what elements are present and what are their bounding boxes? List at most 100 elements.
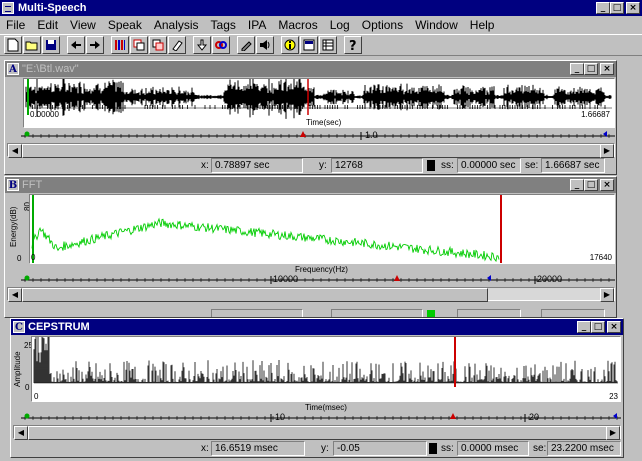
- menu-analysis[interactable]: Analysis: [148, 18, 205, 32]
- link-icon[interactable]: [212, 36, 230, 54]
- menu-help[interactable]: Help: [464, 18, 501, 32]
- x-axis-end: 23: [609, 392, 618, 401]
- close-button[interactable]: ×: [607, 321, 621, 333]
- waveform-panel: A "E:\Btl.wav" _ □ × 0.00000 1.66687 Tim…: [4, 60, 617, 175]
- x-value: 16.6519 msec: [211, 441, 305, 456]
- fft-titlebar[interactable]: B FFT _ □ ×: [5, 177, 616, 193]
- speaker-icon[interactable]: [256, 36, 274, 54]
- scroll-thumb[interactable]: [22, 288, 488, 302]
- scroll-thumb[interactable]: [28, 426, 608, 440]
- y-axis-label: Amplitude: [13, 351, 22, 387]
- x-axis-end: 1.66687: [581, 110, 610, 119]
- maximize-button[interactable]: □: [584, 179, 598, 191]
- waveform-plot[interactable]: 0.00000 1.66687 Time(sec): [23, 78, 615, 128]
- se-value: 23.2200 msec: [547, 441, 621, 456]
- scroll-left-arrow[interactable]: ◀: [8, 288, 22, 302]
- cepstrum-trace: [33, 337, 618, 383]
- close-button[interactable]: ×: [626, 2, 640, 14]
- scroll-right-arrow[interactable]: ▶: [600, 288, 614, 302]
- menu-ipa[interactable]: IPA: [242, 18, 272, 32]
- menu-options[interactable]: Options: [356, 18, 409, 32]
- menu-macros[interactable]: Macros: [272, 18, 323, 32]
- x-axis-label: Time(sec): [306, 118, 342, 127]
- maximize-button[interactable]: □: [584, 63, 598, 75]
- menu-window[interactable]: Window: [409, 18, 464, 32]
- minimize-button[interactable]: _: [570, 179, 584, 191]
- cepstrum-plot[interactable]: 0 23: [31, 336, 621, 402]
- fft-plot[interactable]: 0 17640: [29, 194, 615, 264]
- help-icon[interactable]: ?: [344, 36, 362, 54]
- color-indicator: [429, 443, 437, 454]
- scroll-right-arrow[interactable]: ▶: [606, 426, 620, 440]
- scroll-thumb[interactable]: [22, 144, 602, 158]
- save-icon[interactable]: [42, 36, 60, 54]
- panel-letter: C: [13, 321, 25, 333]
- menu-file[interactable]: File: [0, 18, 31, 32]
- pen-icon[interactable]: [237, 36, 255, 54]
- spectrogram-icon[interactable]: [111, 36, 129, 54]
- display-icon[interactable]: [300, 36, 318, 54]
- scroll-left-arrow[interactable]: ◀: [14, 426, 28, 440]
- waveform-status-bar: x: 0.78897 sec y: 12768 ss: 0.00000 sec …: [5, 157, 616, 175]
- menu-speak[interactable]: Speak: [102, 18, 148, 32]
- x-label: x:: [201, 160, 209, 171]
- menu-tags[interactable]: Tags: [205, 18, 242, 32]
- x-axis-label: Time(msec): [305, 403, 347, 412]
- maximize-button[interactable]: □: [591, 321, 605, 333]
- fft-status-bar: [5, 303, 616, 317]
- cepstrum-status-bar: x: 16.6519 msec y: -0.05 ss: 0.0000 msec…: [11, 440, 623, 458]
- cursor-marker-handle: [394, 275, 400, 281]
- cepstrum-titlebar[interactable]: C CEPSTRUM _ □ ×: [11, 319, 623, 335]
- frequency-ruler[interactable]: 10000 20000: [21, 274, 615, 286]
- waveform-trace: [25, 79, 612, 119]
- start-marker-handle: [24, 413, 30, 419]
- close-window-icon[interactable]: [149, 36, 167, 54]
- back-arrow-icon[interactable]: [67, 36, 85, 54]
- toolbar: ?: [0, 34, 642, 56]
- close-button[interactable]: ×: [600, 179, 614, 191]
- new-file-icon[interactable]: [4, 36, 22, 54]
- ss-label: ss:: [441, 160, 454, 171]
- horizontal-scrollbar[interactable]: ◀ ▶: [7, 287, 615, 302]
- start-marker-handle: [24, 275, 30, 281]
- horizontal-scrollbar[interactable]: ◀ ▶: [7, 143, 615, 158]
- minimize-button[interactable]: _: [577, 321, 591, 333]
- table-icon[interactable]: [319, 36, 337, 54]
- start-marker-handle: [24, 131, 30, 137]
- waveform-title: "E:\Btl.wav": [22, 63, 79, 75]
- scroll-left-arrow[interactable]: ◀: [8, 144, 22, 158]
- horizontal-scrollbar[interactable]: ◀ ▶: [13, 425, 621, 440]
- x-axis-end: 17640: [589, 253, 612, 262]
- fft-title: FFT: [22, 179, 43, 191]
- y-value: -0.05: [333, 441, 427, 456]
- time-ruler[interactable]: 10 20: [21, 412, 621, 424]
- app-icon: [2, 2, 14, 14]
- ruler-tick-label: 10: [275, 412, 286, 422]
- copy-window-icon[interactable]: [130, 36, 148, 54]
- se-label: se:: [533, 443, 547, 454]
- menu-view[interactable]: View: [64, 18, 102, 32]
- info-icon[interactable]: [281, 36, 299, 54]
- scroll-right-arrow[interactable]: ▶: [600, 144, 614, 158]
- panel-letter: B: [7, 179, 19, 191]
- x-value: 0.78897 sec: [211, 158, 303, 173]
- minimize-button[interactable]: _: [570, 63, 584, 75]
- y-axis-bottom: 0: [17, 254, 22, 263]
- maximize-button[interactable]: □: [610, 2, 624, 14]
- menu-bar: File Edit View Speak Analysis Tags IPA M…: [0, 16, 642, 34]
- time-ruler[interactable]: 1.0: [21, 130, 615, 142]
- ss-value: 0.0000 msec: [457, 441, 529, 456]
- color-indicator: [427, 160, 435, 171]
- close-button[interactable]: ×: [600, 63, 614, 75]
- x-axis-label: Frequency(Hz): [295, 265, 348, 274]
- download-icon[interactable]: [193, 36, 211, 54]
- se-value: 1.66687 sec: [541, 158, 605, 173]
- se-label: se:: [525, 160, 539, 171]
- minimize-button[interactable]: _: [596, 2, 610, 14]
- open-folder-icon[interactable]: [23, 36, 41, 54]
- eraser-icon[interactable]: [168, 36, 186, 54]
- menu-edit[interactable]: Edit: [31, 18, 64, 32]
- waveform-titlebar[interactable]: A "E:\Btl.wav" _ □ ×: [5, 61, 616, 77]
- menu-log[interactable]: Log: [324, 18, 356, 32]
- forward-arrow-icon[interactable]: [86, 36, 104, 54]
